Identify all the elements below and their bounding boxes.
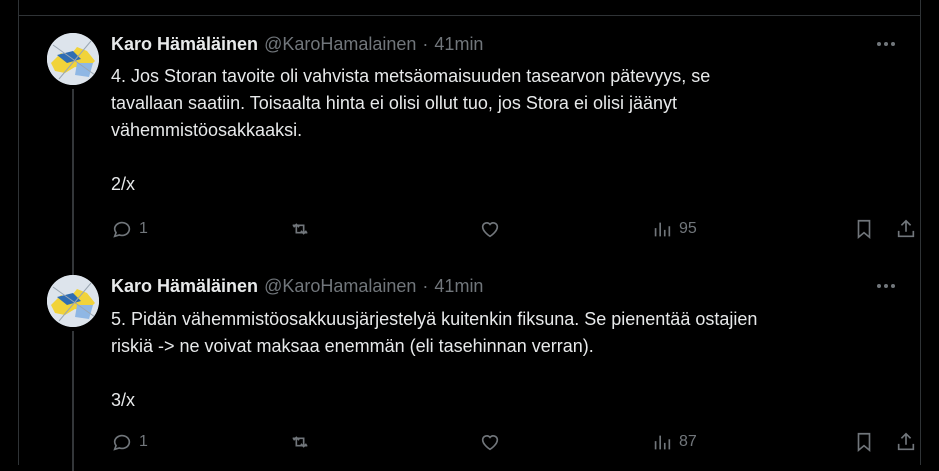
tweet-text: 5. Pidän vähemmistöosakkuusjärjestelyä k… (111, 306, 880, 414)
heart-icon (481, 435, 499, 451)
thread-counter: 3/x (111, 390, 136, 410)
tweet-line: tavallaan saatiin. Toisaalta hinta ei ol… (111, 93, 677, 113)
views-button[interactable]: 95 (651, 215, 697, 243)
tweet-header: Karo Hämäläinen @KaroHamalainen · 41min (111, 33, 483, 55)
repost-icon (292, 436, 308, 448)
timestamp[interactable]: 41min (434, 34, 483, 55)
bookmark-icon (857, 219, 871, 240)
tweet[interactable]: Karo Hämäläinen @KaroHamalainen · 41min … (19, 33, 920, 279)
more-icon[interactable] (874, 275, 898, 297)
tweet[interactable]: Karo Hämäläinen @KaroHamalainen · 41min … (19, 275, 920, 471)
bookmark-icon (857, 432, 871, 453)
tweet-line: riskiä -> ne voivat maksaa enemmän (eli … (111, 336, 594, 356)
repost-button[interactable] (289, 215, 311, 243)
views-button[interactable]: 87 (651, 428, 697, 456)
reply-icon (113, 434, 131, 451)
more-icon[interactable] (874, 33, 898, 55)
share-button[interactable] (895, 428, 917, 456)
share-icon (897, 219, 915, 238)
tweet-actions: 1 95 (111, 215, 915, 243)
avatar-image (47, 33, 99, 85)
timeline-column: Karo Hämäläinen @KaroHamalainen · 41min … (18, 0, 921, 471)
thread-counter: 2/x (111, 174, 136, 194)
reply-icon (113, 221, 131, 238)
tweet-actions: 1 87 (111, 428, 915, 456)
separator: · (422, 33, 429, 54)
avatar-image (47, 275, 99, 327)
author-name[interactable]: Karo Hämäläinen (111, 34, 258, 55)
author-handle[interactable]: @KaroHamalainen (264, 276, 416, 297)
reply-button[interactable]: 1 (111, 428, 148, 456)
views-count: 87 (679, 433, 697, 450)
separator: · (422, 275, 429, 296)
repost-button[interactable] (289, 428, 311, 456)
author-handle[interactable]: @KaroHamalainen (264, 34, 416, 55)
like-button[interactable] (479, 428, 501, 456)
repost-icon (292, 223, 308, 235)
tweet-line: 5. Pidän vähemmistöosakkuusjärjestelyä k… (111, 309, 758, 329)
tweet-line: 4. Jos Storan tavoite oli vahvista metsä… (111, 66, 711, 86)
bookmark-button[interactable] (853, 428, 875, 456)
thread-line (72, 331, 74, 471)
tweet-line: vähemmistöosakkaaksi. (111, 120, 303, 140)
views-icon (654, 222, 671, 237)
like-button[interactable] (479, 215, 501, 243)
reply-button[interactable]: 1 (111, 215, 148, 243)
views-icon (654, 435, 671, 450)
reply-count: 1 (139, 220, 148, 237)
avatar[interactable] (47, 33, 99, 85)
share-button[interactable] (895, 215, 917, 243)
avatar[interactable] (47, 275, 99, 327)
heart-icon (481, 222, 499, 238)
bookmark-button[interactable] (853, 215, 875, 243)
thread-line (72, 89, 74, 279)
divider (19, 15, 920, 16)
share-icon (897, 432, 915, 451)
views-count: 95 (679, 220, 697, 237)
timestamp[interactable]: 41min (434, 276, 483, 297)
reply-count: 1 (139, 433, 148, 450)
tweet-text: 4. Jos Storan tavoite oli vahvista metsä… (111, 63, 880, 198)
author-name[interactable]: Karo Hämäläinen (111, 276, 258, 297)
tweet-header: Karo Hämäläinen @KaroHamalainen · 41min (111, 275, 483, 297)
